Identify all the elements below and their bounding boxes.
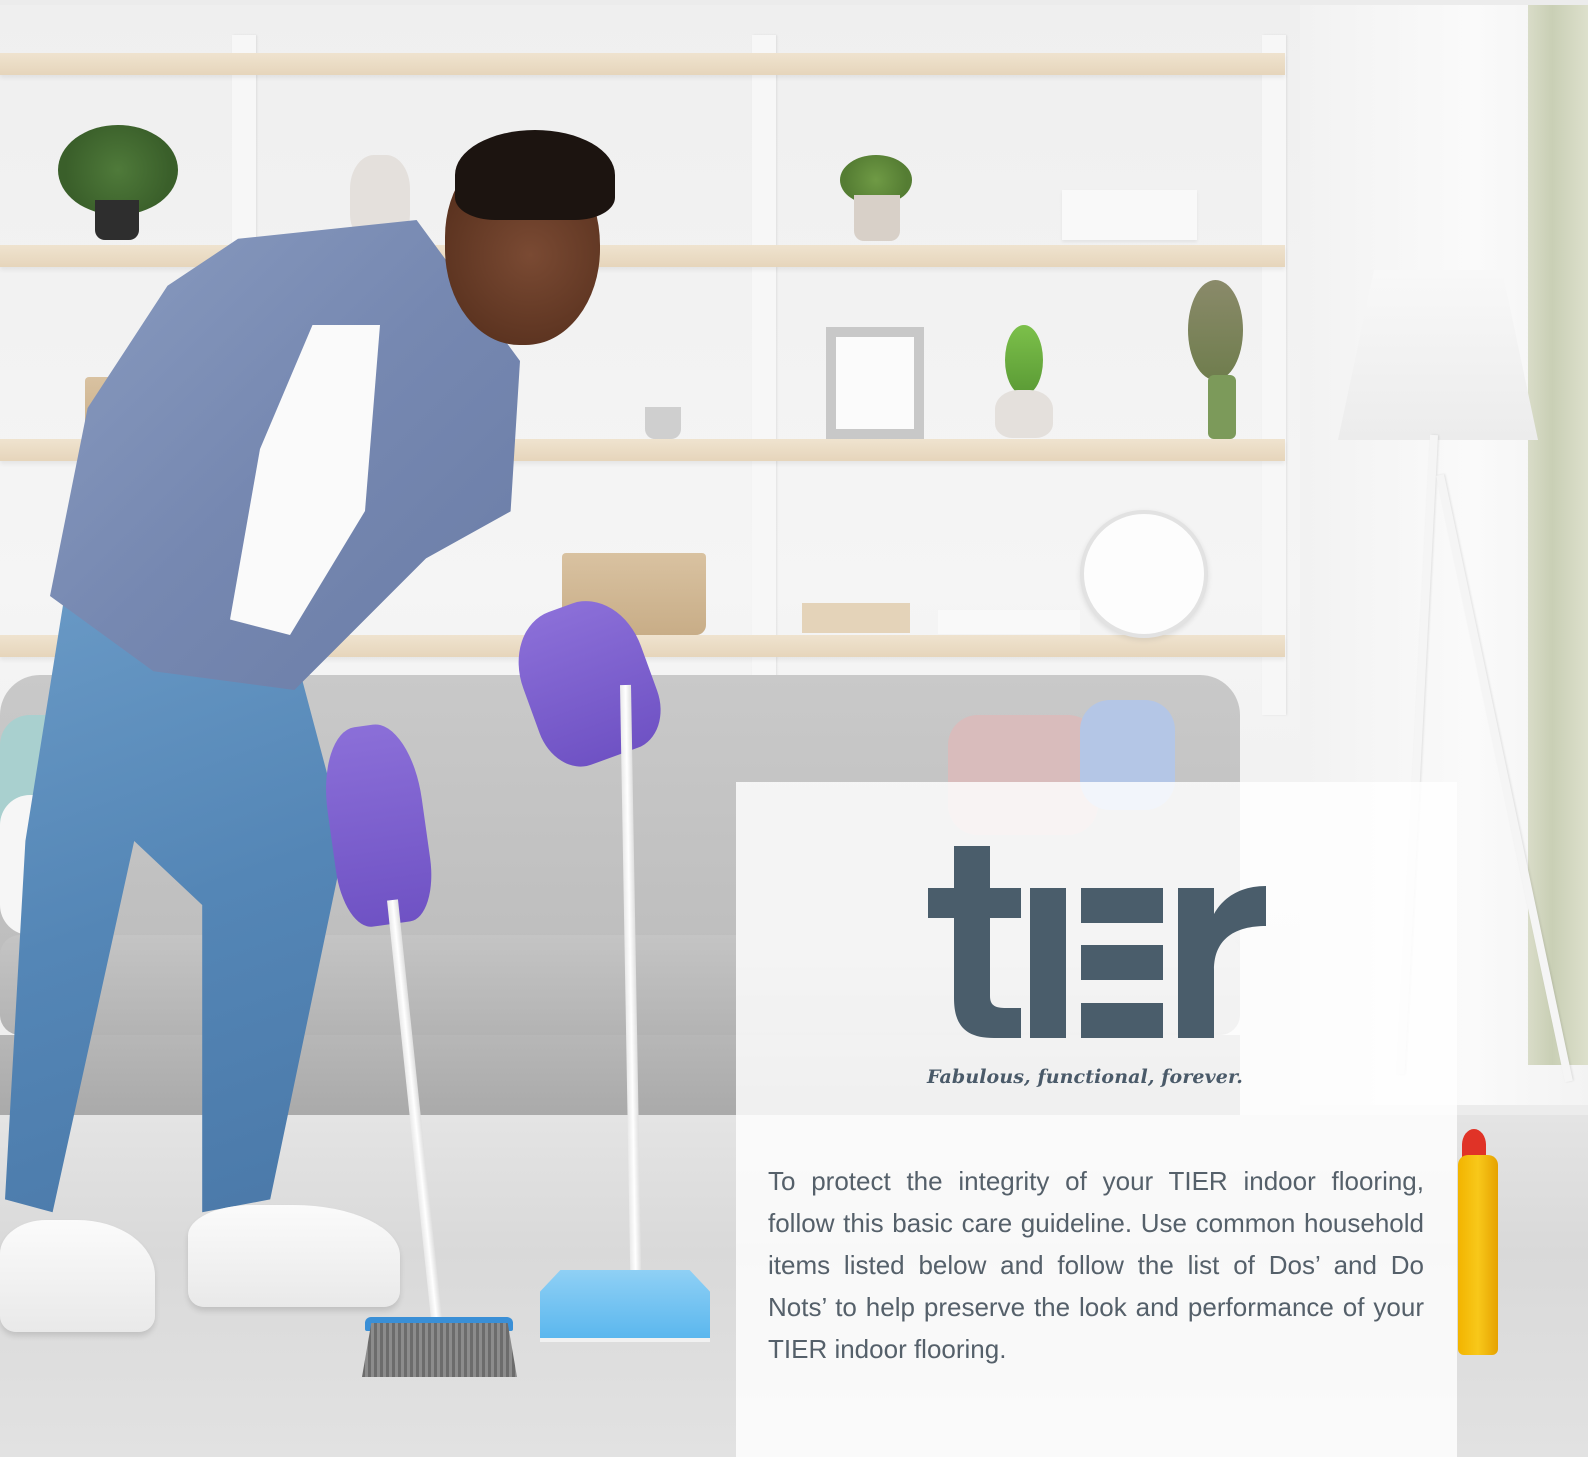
shoe	[0, 1220, 155, 1332]
tray	[938, 610, 1080, 634]
picture-frame	[826, 327, 924, 439]
shelf-post	[1262, 35, 1286, 715]
books	[802, 603, 910, 633]
logo-letter-r	[1178, 886, 1266, 1038]
tier-logo: tier	[926, 846, 1266, 1038]
plant-pot	[1208, 375, 1236, 439]
logo-bar-top	[1081, 888, 1163, 923]
broom-head	[362, 1323, 517, 1377]
logo-letter-i	[1030, 888, 1066, 1038]
logo-letters	[928, 846, 1266, 1038]
logo-letter-t	[928, 846, 1021, 1038]
plant-pot	[95, 200, 139, 240]
tagline: Fabulous, functional, forever.	[926, 1066, 1244, 1088]
logo-bar-bottom	[1081, 1003, 1163, 1038]
shelf-board	[0, 245, 1285, 267]
intro-paragraph: To protect the integrity of your TIER in…	[768, 1166, 1424, 1364]
logo-text: tier	[926, 846, 949, 850]
shoe	[188, 1205, 400, 1307]
shelf-board	[0, 53, 1285, 75]
person-hair	[455, 130, 615, 220]
dried-plant	[1188, 280, 1243, 380]
logo-bar-middle	[1081, 945, 1163, 980]
plant-pot	[854, 195, 900, 241]
plant-pot	[645, 407, 681, 439]
plant	[1005, 325, 1043, 395]
cleaning-bottle	[1458, 1155, 1498, 1355]
wall-clock	[1080, 510, 1208, 638]
curtain	[1528, 5, 1588, 1065]
vase	[995, 390, 1053, 438]
dustpan	[540, 1270, 710, 1342]
care-guide-page: tier Fabulous, functional, forever. To p…	[0, 0, 1588, 1457]
shelf-post	[752, 35, 776, 715]
storage-box	[1062, 190, 1197, 240]
